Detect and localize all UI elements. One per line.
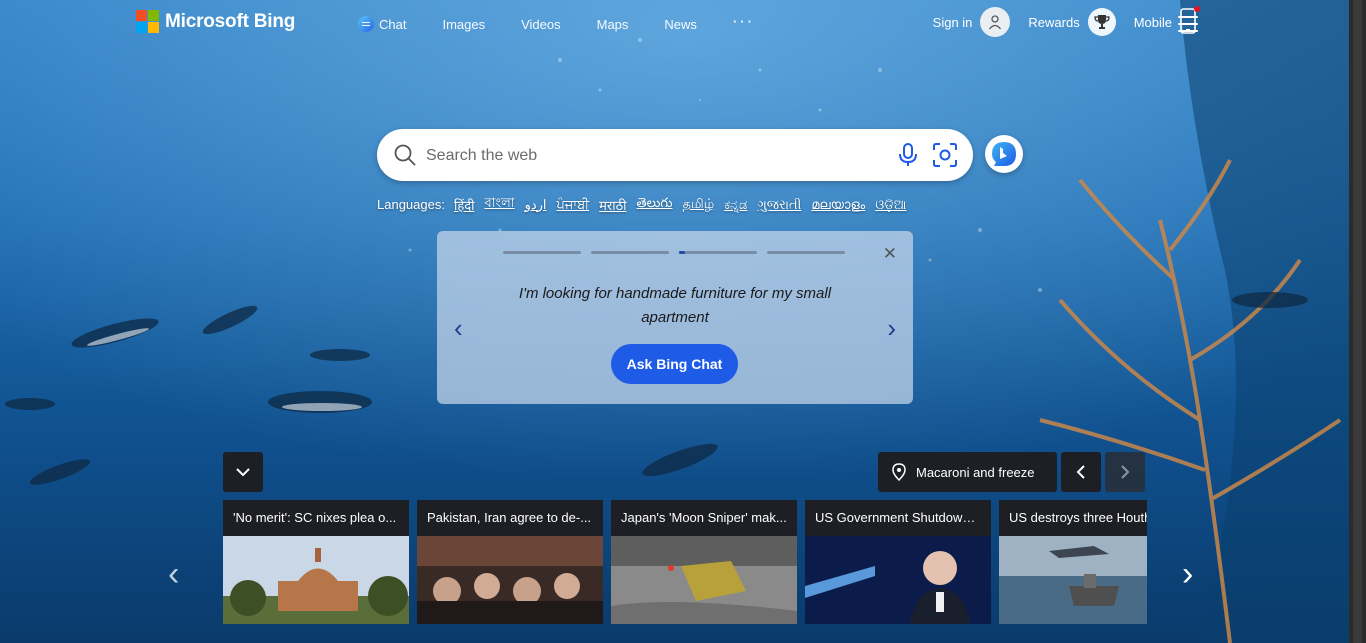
language-link[interactable]: বাংলা bbox=[485, 194, 515, 215]
previous-image-button[interactable] bbox=[1061, 452, 1101, 492]
news-title: US destroys three Houthi bbox=[1009, 510, 1147, 525]
mobile-label: Mobile bbox=[1133, 14, 1172, 30]
chat-icon bbox=[358, 16, 374, 32]
next-image-button[interactable] bbox=[1105, 452, 1145, 492]
chevron-left-icon[interactable]: ‹ bbox=[454, 313, 463, 344]
progress-step[interactable] bbox=[503, 251, 581, 254]
news-carousel: 'No merit': SC nixes plea o... Pakistan,… bbox=[223, 500, 1147, 624]
ask-bing-chat-button[interactable]: Ask Bing Chat bbox=[611, 344, 738, 384]
signin-button[interactable]: Sign in bbox=[933, 7, 1011, 37]
collapse-feed-button[interactable] bbox=[223, 452, 263, 492]
brand-name: Microsoft Bing bbox=[165, 10, 296, 32]
news-card[interactable]: Pakistan, Iran agree to de-... bbox=[417, 500, 603, 624]
news-thumbnail bbox=[999, 536, 1147, 624]
news-title: Japan's 'Moon Sniper' mak... bbox=[621, 510, 787, 525]
search-icon bbox=[394, 144, 416, 166]
progress-step[interactable] bbox=[591, 251, 669, 254]
nav-videos[interactable]: Videos bbox=[521, 17, 561, 32]
nav-images[interactable]: Images bbox=[442, 17, 485, 32]
top-nav: Chat Images Videos Maps News ··· bbox=[358, 14, 791, 32]
nav-maps-label: Maps bbox=[596, 16, 629, 32]
chat-suggestion-card: ✕ ‹ I'm looking for handmade furniture f… bbox=[437, 231, 913, 404]
nav-maps[interactable]: Maps bbox=[597, 17, 629, 32]
chevron-right-icon bbox=[1121, 465, 1130, 479]
news-card[interactable]: 'No merit': SC nixes plea o... bbox=[223, 500, 409, 624]
news-prev-button[interactable]: ‹ bbox=[168, 555, 179, 594]
chevron-down-icon bbox=[236, 468, 250, 477]
notification-dot bbox=[1194, 5, 1200, 12]
nav-videos-label: Videos bbox=[521, 16, 561, 32]
progress-step[interactable] bbox=[767, 251, 845, 254]
location-pin-icon bbox=[892, 463, 906, 481]
language-link[interactable]: ଓଡ଼ିଆ bbox=[875, 197, 906, 213]
bing-chat-icon bbox=[992, 142, 1016, 166]
language-links: Languages: हिंदी বাংলা اردو ਪੰਜਾਬੀ मराठी… bbox=[377, 194, 911, 215]
nav-news-label: News bbox=[664, 16, 697, 32]
image-location-label: Macaroni and freeze bbox=[916, 464, 1035, 480]
rewards-label: Rewards bbox=[1028, 14, 1080, 30]
language-link[interactable]: ಕನ್ನಡ bbox=[724, 197, 747, 213]
nav-chat[interactable]: Chat bbox=[358, 16, 406, 32]
nav-images-label: Images bbox=[442, 16, 486, 32]
microsoft-logo-icon bbox=[136, 10, 159, 33]
news-title: 'No merit': SC nixes plea o... bbox=[233, 510, 397, 525]
search-box[interactable] bbox=[377, 129, 973, 181]
news-card[interactable]: US Government Shutdown ... bbox=[805, 500, 991, 624]
menu-icon bbox=[1178, 16, 1198, 18]
trophy-icon bbox=[1087, 8, 1116, 36]
bing-logo[interactable]: Microsoft Bing bbox=[136, 10, 295, 33]
carousel-progress bbox=[503, 251, 845, 254]
language-link[interactable]: മലയാളം bbox=[811, 197, 865, 213]
news-next-button[interactable]: › bbox=[1182, 555, 1193, 594]
close-icon[interactable]: ✕ bbox=[883, 244, 897, 264]
language-link[interactable]: मराठी bbox=[599, 196, 626, 214]
language-link[interactable]: اردو bbox=[525, 197, 547, 213]
news-title: US Government Shutdown ... bbox=[815, 510, 985, 525]
nav-more-button[interactable]: ··· bbox=[733, 14, 755, 29]
visual-search-icon[interactable] bbox=[932, 142, 958, 168]
news-thumbnail bbox=[611, 536, 797, 624]
news-card[interactable]: US destroys three Houthi bbox=[999, 500, 1147, 624]
nav-chat-label: Chat bbox=[379, 16, 407, 32]
chevron-right-icon[interactable]: › bbox=[887, 313, 896, 344]
bing-chat-button[interactable] bbox=[985, 135, 1023, 173]
scrollbar-thumb[interactable] bbox=[1353, 0, 1362, 643]
nav-news[interactable]: News bbox=[664, 17, 697, 32]
search-input[interactable] bbox=[424, 143, 868, 169]
news-thumbnail bbox=[223, 536, 409, 624]
progress-step-active[interactable] bbox=[679, 251, 757, 254]
rewards-button[interactable]: Rewards bbox=[1028, 8, 1116, 36]
news-card[interactable]: Japan's 'Moon Sniper' mak... bbox=[611, 500, 797, 624]
language-link[interactable]: ਪੰਜਾਬੀ bbox=[557, 197, 590, 213]
languages-label: Languages: bbox=[377, 197, 445, 212]
account-nav: Sign in Rewards Mobile bbox=[915, 5, 1200, 37]
page-scrollbar[interactable] bbox=[1349, 0, 1366, 643]
news-thumbnail bbox=[417, 536, 603, 624]
menu-button[interactable] bbox=[1178, 16, 1198, 37]
language-link[interactable]: हिंदी bbox=[454, 196, 475, 214]
microphone-icon[interactable] bbox=[897, 142, 919, 168]
chevron-left-icon bbox=[1076, 465, 1085, 479]
avatar-icon bbox=[980, 7, 1011, 37]
image-location-button[interactable]: Macaroni and freeze bbox=[878, 452, 1057, 492]
news-thumbnail bbox=[805, 536, 991, 624]
signin-label: Sign in bbox=[932, 14, 973, 30]
language-link[interactable]: ગુજરાતી bbox=[757, 197, 801, 213]
language-link[interactable]: தமிழ் bbox=[682, 196, 714, 213]
chat-prompt-text: I'm looking for handmade furniture for m… bbox=[518, 285, 832, 326]
news-title: Pakistan, Iran agree to de-... bbox=[427, 510, 592, 525]
language-link[interactable]: తెలుగు bbox=[637, 195, 673, 214]
